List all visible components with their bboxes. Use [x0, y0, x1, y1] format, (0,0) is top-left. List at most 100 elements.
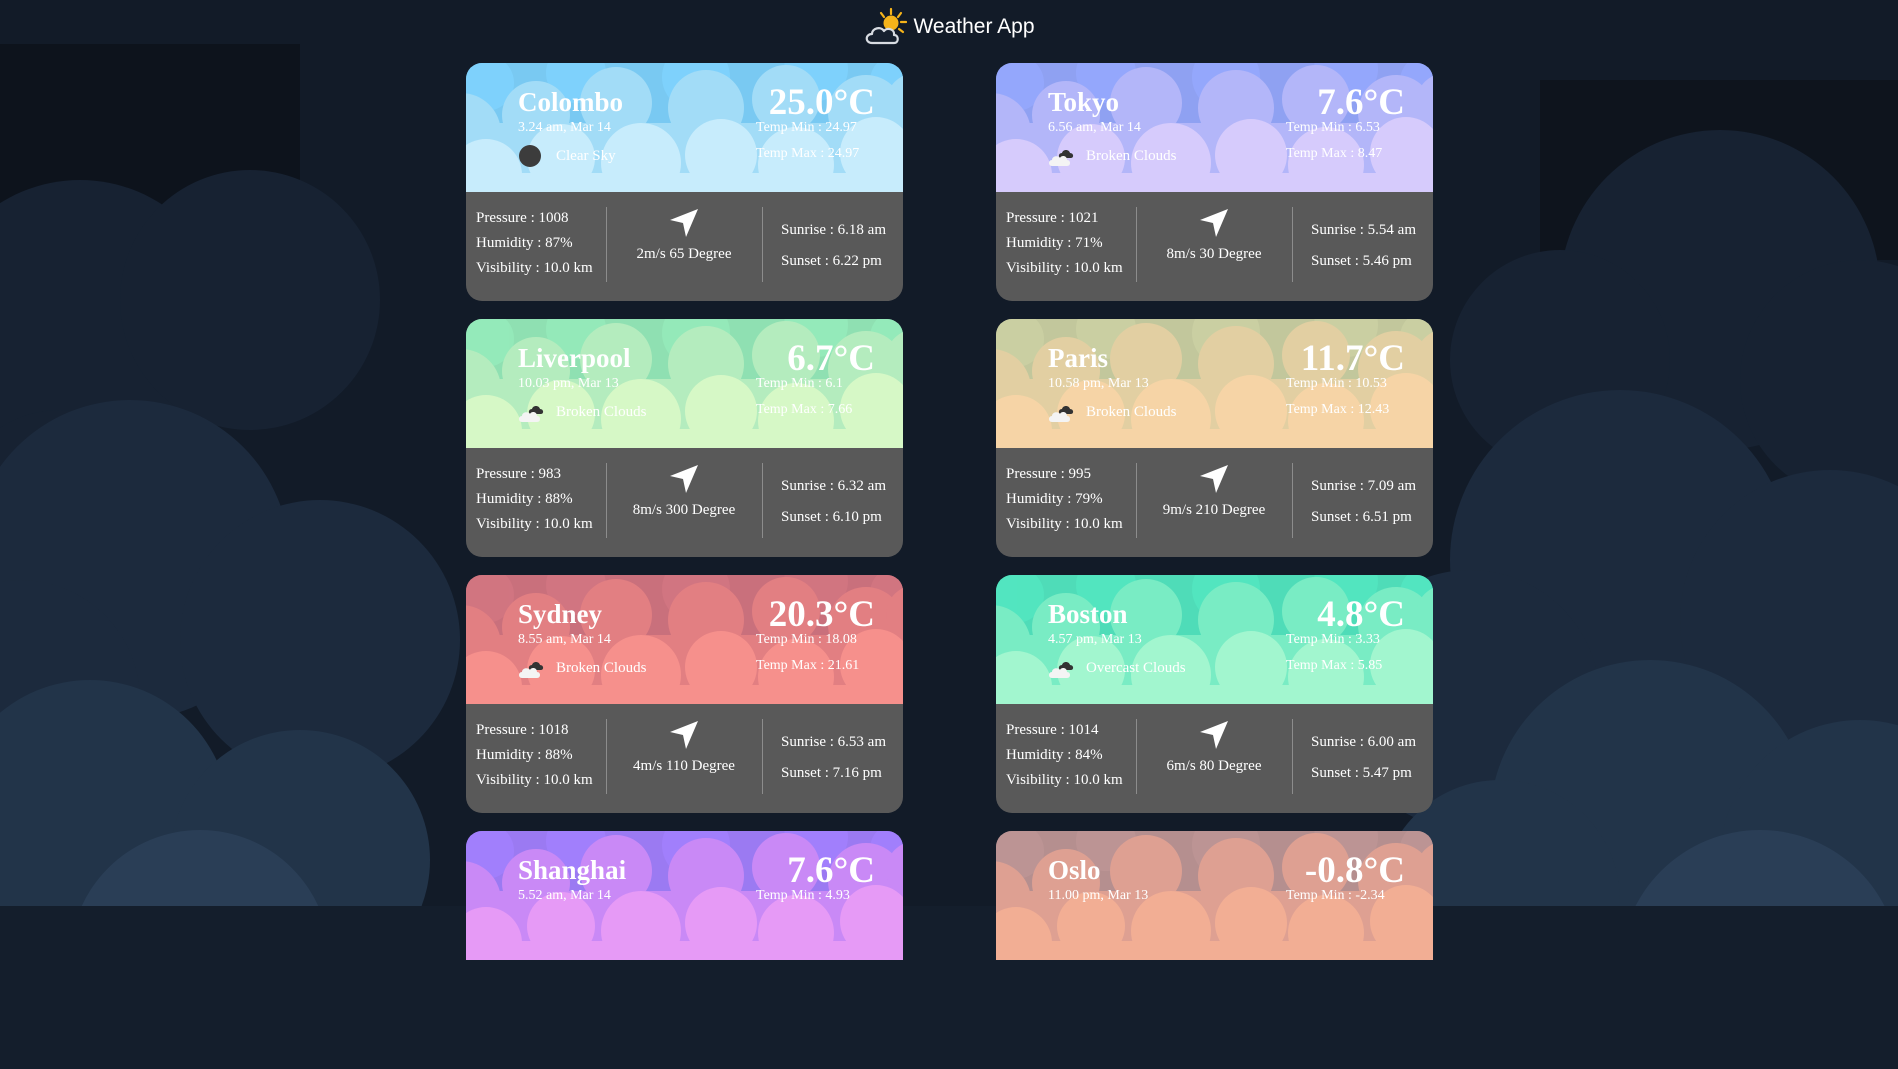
pressure: Pressure : 1021 — [1006, 210, 1099, 226]
local-time: 11.00 pm, Mar 13 — [1048, 888, 1149, 903]
sunset: Sunset : 6.22 pm — [781, 253, 882, 269]
temp-min: Temp Min : 18.08 — [756, 632, 857, 647]
sunrise: Sunrise : 6.32 am — [781, 478, 886, 494]
temp-min: Temp Min : 3.33 — [1286, 632, 1380, 647]
temperature: 7.6°C — [1317, 82, 1405, 123]
local-time: 10.03 pm, Mar 13 — [518, 376, 619, 391]
broken-clouds-icon — [1048, 400, 1076, 424]
visibility: Visibility : 10.0 km — [1006, 260, 1123, 276]
broken-clouds-icon — [1048, 656, 1076, 680]
atmosphere-info: Pressure : 1014 Humidity : 84% Visibility … — [1006, 718, 1123, 793]
wind-text: 8m/s 300 Degree — [632, 502, 736, 518]
card-details: Pressure : 1021 Humidity : 71% Visibility … — [996, 192, 1433, 301]
temperature: 11.7°C — [1300, 338, 1405, 379]
sunrise: Sunrise : 7.09 am — [1311, 478, 1416, 494]
condition-text: Overcast Clouds — [1086, 659, 1186, 676]
condition: Broken Clouds — [1048, 144, 1176, 168]
city-name: Paris — [1048, 343, 1108, 373]
weather-card-shanghai[interactable]: Shanghai 5.52 am, Mar 14 7.6°C Temp Min : 4… — [466, 831, 903, 1069]
humidity: Humidity : 88% — [476, 747, 573, 763]
local-time: 3.24 am, Mar 14 — [518, 120, 611, 135]
humidity: Humidity : 88% — [476, 491, 573, 507]
wind-info: 8m/s 300 Degree — [606, 462, 762, 519]
temp-max: Temp Max : 24.97 — [756, 146, 860, 161]
divider — [762, 207, 763, 282]
temp-min: Temp Min : 6.1 — [756, 376, 843, 391]
temperature: 6.7°C — [787, 338, 875, 379]
card-header: Tokyo 6.56 am, Mar 14 Broken Clouds 7.6°C Te… — [996, 63, 1433, 192]
weather-card-sydney[interactable]: Sydney 8.55 am, Mar 14 Broken Clouds 20.3°C… — [466, 575, 903, 813]
pressure: Pressure : 1014 — [1006, 722, 1099, 738]
city-name: Shanghai — [518, 855, 627, 885]
humidity: Humidity : 79% — [1006, 491, 1103, 507]
temp-max: Temp Max : 7.66 — [756, 402, 853, 417]
card-header: Sydney 8.55 am, Mar 14 Broken Clouds 20.3°C… — [466, 575, 903, 704]
condition: Broken Clouds — [1048, 400, 1176, 424]
local-time: 6.56 am, Mar 14 — [1048, 120, 1141, 135]
atmosphere-info: Pressure : 995 Humidity : 79% Visibility :… — [1006, 462, 1123, 537]
condition: Overcast Clouds — [1048, 656, 1186, 680]
city-name: Liverpool — [518, 343, 631, 373]
sun-info: Sunrise : 5.54 am Sunset : 5.46 pm — [1311, 215, 1416, 277]
sunrise: Sunrise : 5.54 am — [1311, 222, 1416, 238]
sunrise: Sunrise : 6.00 am — [1311, 734, 1416, 750]
visibility: Visibility : 10.0 km — [1006, 772, 1123, 788]
sunrise: Sunrise : 6.53 am — [781, 734, 886, 750]
wind-direction-arrow-icon — [1136, 206, 1292, 240]
local-time: 5.52 am, Mar 14 — [518, 888, 611, 903]
divider — [1292, 719, 1293, 794]
condition: Clear Sky — [518, 144, 616, 168]
condition: Broken Clouds — [518, 400, 646, 424]
card-header: Liverpool 10.03 pm, Mar 13 Broken Clouds 6.… — [466, 319, 903, 448]
card-details: Pressure : 995 Humidity : 79% Visibility :… — [996, 448, 1433, 557]
sun-info: Sunrise : 7.09 am Sunset : 6.51 pm — [1311, 471, 1416, 533]
temperature: 7.6°C — [787, 850, 875, 891]
wind-info: 8m/s 30 Degree — [1136, 206, 1292, 263]
wind-text: 9m/s 210 Degree — [1162, 502, 1266, 518]
divider — [1292, 463, 1293, 538]
humidity: Humidity : 87% — [476, 235, 573, 251]
divider — [1292, 207, 1293, 282]
sunset: Sunset : 6.51 pm — [1311, 509, 1412, 525]
visibility: Visibility : 10.0 km — [1006, 516, 1123, 532]
card-header: Paris 10.58 pm, Mar 13 Broken Clouds 11.7°C… — [996, 319, 1433, 448]
broken-clouds-icon — [1048, 144, 1076, 168]
wind-direction-arrow-icon — [1136, 462, 1292, 496]
condition-text: Clear Sky — [556, 147, 616, 164]
card-details: Pressure : 983 Humidity : 88% Visibility :… — [466, 448, 903, 557]
weather-card-boston[interactable]: Boston 4.57 pm, Mar 13 Overcast Clouds 4.8°… — [996, 575, 1433, 813]
card-details: Pressure : 1018 Humidity : 88% Visibility … — [466, 704, 903, 813]
broken-clouds-icon — [518, 656, 546, 680]
weather-card-liverpool[interactable]: Liverpool 10.03 pm, Mar 13 Broken Clouds 6.… — [466, 319, 903, 557]
wind-text: 6m/s 80 Degree — [1166, 758, 1262, 774]
wind-direction-arrow-icon — [606, 718, 762, 752]
humidity: Humidity : 71% — [1006, 235, 1103, 251]
visibility: Visibility : 10.0 km — [476, 260, 593, 276]
condition: Broken Clouds — [518, 656, 646, 680]
dark-circle-icon — [518, 144, 546, 168]
broken-clouds-icon — [518, 400, 546, 424]
atmosphere-info: Pressure : 983 Humidity : 88% Visibility :… — [476, 462, 593, 537]
temp-max: Temp Max : 12.43 — [1286, 402, 1390, 417]
wind-text: 2m/s 65 Degree — [636, 246, 732, 262]
sunset: Sunset : 7.16 pm — [781, 765, 882, 781]
weather-card-oslo[interactable]: Oslo 11.00 pm, Mar 13 -0.8°C Temp Min : -2.… — [996, 831, 1433, 1069]
pressure: Pressure : 983 — [476, 466, 561, 482]
sunset: Sunset : 5.46 pm — [1311, 253, 1412, 269]
condition-text: Broken Clouds — [1086, 147, 1177, 164]
condition-text: Broken Clouds — [1086, 403, 1177, 420]
city-name: Boston — [1048, 599, 1128, 629]
wind-direction-arrow-icon — [606, 462, 762, 496]
weather-card-colombo[interactable]: Colombo 3.24 am, Mar 14 Clear Sky 25.0°C Tem… — [466, 63, 903, 301]
weather-card-tokyo[interactable]: Tokyo 6.56 am, Mar 14 Broken Clouds 7.6°C Te… — [996, 63, 1433, 301]
weather-card-paris[interactable]: Paris 10.58 pm, Mar 13 Broken Clouds 11.7°C… — [996, 319, 1433, 557]
local-time: 4.57 pm, Mar 13 — [1048, 632, 1142, 647]
card-header: Oslo 11.00 pm, Mar 13 -0.8°C Temp Min : -2.… — [996, 831, 1433, 960]
visibility: Visibility : 10.0 km — [476, 516, 593, 532]
wind-direction-arrow-icon — [1136, 718, 1292, 752]
temperature: -0.8°C — [1304, 850, 1405, 891]
city-name: Tokyo — [1048, 87, 1120, 117]
app-header: Weather App — [0, 7, 1898, 47]
atmosphere-info: Pressure : 1018 Humidity : 88% Visibility … — [476, 718, 593, 793]
card-header: Shanghai 5.52 am, Mar 14 7.6°C Temp Min : 4… — [466, 831, 903, 960]
